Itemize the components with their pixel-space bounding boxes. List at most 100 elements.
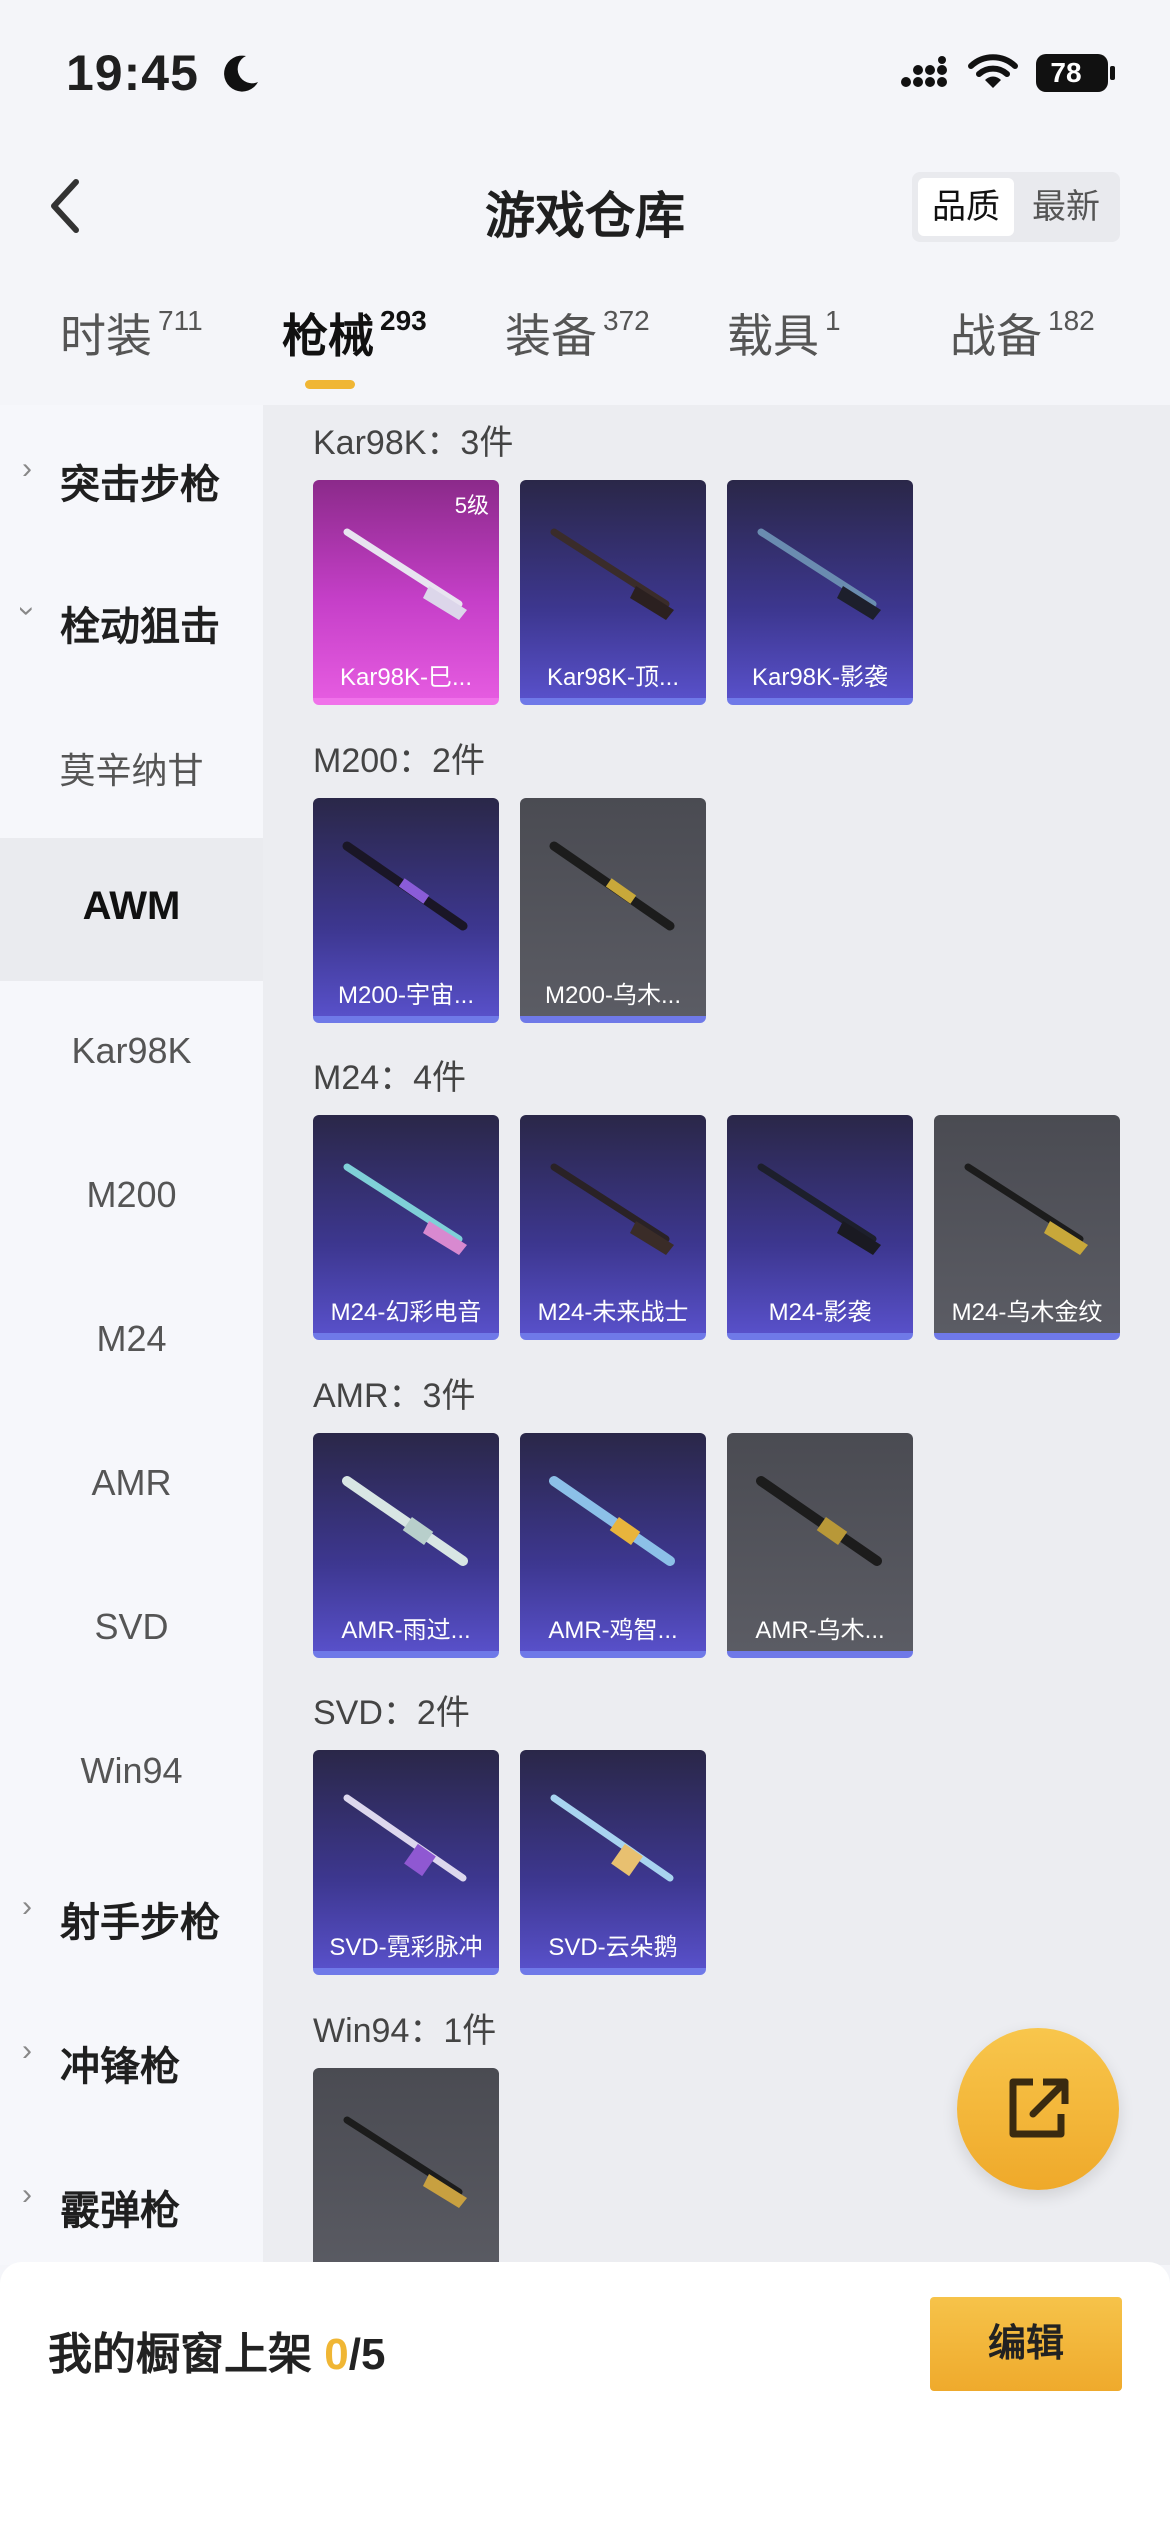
item-label: M24-幻彩电音: [330, 1299, 482, 1326]
wifi-icon: [968, 54, 1018, 88]
chevron-right-icon: ›: [22, 2034, 32, 2067]
chevron-down-icon: ›: [11, 606, 44, 616]
rifle-icon: [343, 528, 467, 620]
sidebar-item-smg[interactable]: › 冲锋枪: [0, 2034, 263, 2092]
tab-label: 载具: [727, 310, 819, 362]
tab-count: 711: [158, 305, 203, 336]
item-label: Kar98K-影袭: [751, 664, 889, 691]
item-card[interactable]: AMR-鸡智...: [520, 1433, 706, 1658]
tab-fashion[interactable]: 时装 711: [60, 300, 203, 366]
item-card[interactable]: SVD-霓彩脉冲: [313, 1750, 499, 1975]
cellular-signal-icon: [901, 56, 947, 87]
rifle-icon: [964, 1163, 1088, 1255]
tab-vehicles[interactable]: 载具 1: [727, 300, 841, 366]
sidebar-item-assault-rifle[interactable]: › 突击步枪: [0, 452, 263, 510]
sidebar-item-m200[interactable]: M200: [0, 1174, 263, 1216]
item-card[interactable]: M200-乌木...: [520, 798, 706, 1023]
rifle-icon: [756, 1476, 882, 1566]
item-label: M24-影袭: [768, 1299, 872, 1326]
group-title-svd: SVD：2件: [313, 1694, 470, 1732]
item-label: AMR-乌木...: [755, 1617, 885, 1644]
showcase-counter: 我的橱窗上架 0/5: [48, 2318, 385, 2382]
tab-label: 枪械: [282, 310, 374, 362]
edit-button[interactable]: 编辑: [930, 2297, 1122, 2391]
rifle-icon: [343, 1163, 467, 1255]
sidebar-item-win94[interactable]: Win94: [0, 1750, 263, 1792]
group-title-amr: AMR：3件: [313, 1377, 476, 1415]
chevron-right-icon: ›: [22, 2178, 32, 2211]
item-label: Kar98K-巳...: [339, 664, 473, 691]
item-card[interactable]: Kar98K-顶...: [520, 480, 706, 705]
item-card[interactable]: SVD-云朵鹅: [520, 1750, 706, 1975]
sidebar-item-label: 冲锋枪: [60, 2045, 180, 2089]
showcase-total: /5: [348, 2330, 386, 2379]
item-card[interactable]: Kar98K-影袭: [727, 480, 913, 705]
sidebar-item-label: 射手步枪: [60, 1901, 220, 1945]
sidebar-item-m24[interactable]: M24: [0, 1318, 263, 1360]
item-label: M24-未来战士: [537, 1299, 689, 1326]
item-label: M200-宇宙...: [337, 982, 475, 1009]
item-card[interactable]: M24-幻彩电音: [313, 1115, 499, 1340]
rifle-icon: [342, 841, 468, 931]
item-card[interactable]: AMR-乌木...: [727, 1433, 913, 1658]
sidebar-item-label: 霰弹枪: [60, 2189, 180, 2233]
sidebar-item-label: 栓动狙击: [60, 605, 220, 649]
tab-label: 装备: [505, 310, 597, 362]
rifle-icon: [549, 841, 675, 931]
sidebar-item-marksman[interactable]: › 射手步枪: [0, 1890, 263, 1948]
sidebar-item-bolt-sniper[interactable]: › 栓动狙击: [0, 594, 263, 652]
chevron-right-icon: ›: [22, 1890, 32, 1923]
item-label: AMR-雨过...: [341, 1617, 471, 1644]
tab-count: 372: [603, 305, 650, 336]
tab-count: 1: [825, 305, 841, 336]
sort-quality-button[interactable]: 品质: [918, 178, 1014, 236]
item-card[interactable]: M200-宇宙...: [313, 798, 499, 1023]
share-button[interactable]: [957, 2028, 1119, 2190]
item-card[interactable]: 5级 Kar98K-巳...: [313, 480, 499, 705]
item-card[interactable]: M24-影袭: [727, 1115, 913, 1340]
item-label: M24-乌木金纹: [951, 1299, 1103, 1326]
rifle-icon: [757, 1163, 881, 1255]
item-label: SVD-云朵鹅: [548, 1934, 678, 1961]
sidebar-item-amr[interactable]: AMR: [0, 1462, 263, 1504]
item-grid: Kar98K：3件 5级 Kar98K-巳... Kar98K-顶... Kar…: [263, 405, 1170, 2265]
tab-count: 182: [1048, 305, 1095, 336]
showcase-current: 0: [324, 2330, 349, 2379]
tab-label: 战备: [950, 310, 1042, 362]
sidebar-item-svd[interactable]: SVD: [0, 1606, 263, 1648]
rifle-icon: [343, 1794, 467, 1882]
item-card[interactable]: AMR-雨过...: [313, 1433, 499, 1658]
item-label: SVD-霓彩脉冲: [329, 1934, 483, 1961]
sidebar-item-awm[interactable]: AWM: [0, 884, 263, 929]
rifle-icon: [549, 1476, 675, 1566]
tab-count: 293: [380, 305, 427, 336]
chevron-right-icon: ›: [22, 452, 32, 485]
group-title-kar98k: Kar98K：3件: [313, 424, 514, 462]
group-title-m24: M24：4件: [313, 1059, 467, 1097]
battery-tip: [1110, 66, 1115, 80]
battery-level: 78: [1050, 57, 1082, 88]
sidebar-item-kar98k[interactable]: Kar98K: [0, 1030, 263, 1072]
active-tab-indicator: [305, 380, 355, 389]
tab-equipment[interactable]: 装备 372: [505, 300, 650, 366]
group-title-m200: M200：2件: [313, 742, 485, 780]
tab-supplies[interactable]: 战备 182: [950, 300, 1095, 366]
item-card[interactable]: M24-未来战士: [520, 1115, 706, 1340]
rifle-icon: [550, 1794, 674, 1882]
sidebar-item-shotgun[interactable]: › 霰弹枪: [0, 2178, 263, 2236]
showcase-label: 我的橱窗上架: [48, 2330, 325, 2379]
rifle-icon: [550, 528, 674, 620]
item-card[interactable]: M24-乌木金纹: [934, 1115, 1120, 1340]
share-icon: [1009, 2078, 1069, 2138]
battery-icon: 78: [1036, 54, 1108, 92]
item-card[interactable]: [313, 2068, 499, 2265]
item-label: M200-乌木...: [544, 982, 682, 1009]
rifle-icon: [343, 2116, 467, 2208]
sort-newest-button[interactable]: 最新: [1018, 178, 1114, 236]
tab-firearms[interactable]: 枪械 293: [282, 300, 427, 366]
sort-toggle: 品质 最新: [912, 172, 1120, 242]
group-title-win94: Win94：1件: [313, 2012, 497, 2050]
sidebar-item-mosin[interactable]: 莫辛纳甘: [0, 742, 263, 794]
item-label: Kar98K-顶...: [546, 664, 680, 691]
status-time: 19:45: [66, 45, 199, 101]
